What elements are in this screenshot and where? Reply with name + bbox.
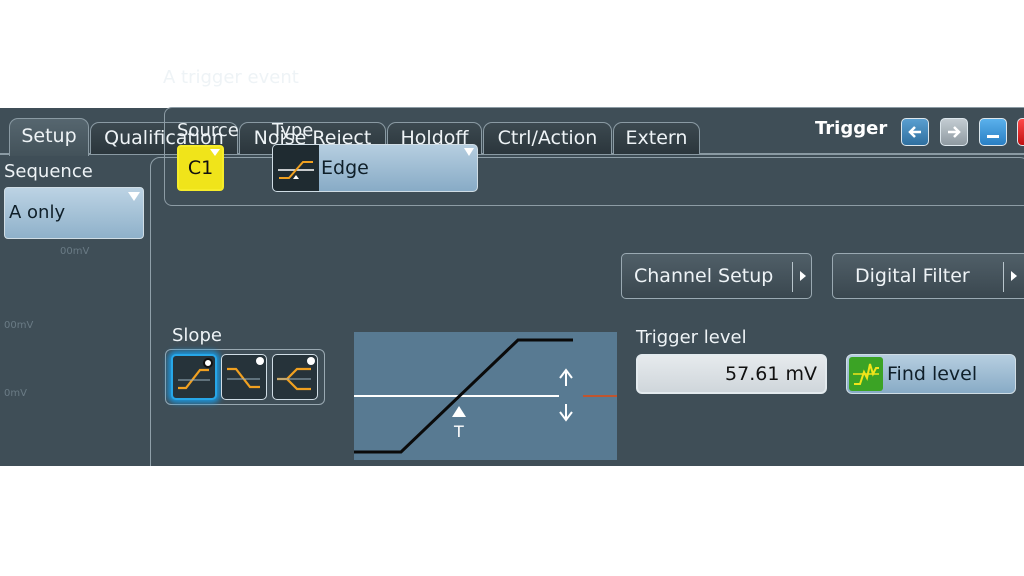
trigger-level-diagram: T — [354, 332, 617, 460]
level-marker-line — [583, 395, 617, 397]
dropdown-arrow-icon — [464, 148, 474, 156]
source-value: C1 — [187, 157, 214, 179]
channel-setup-button[interactable]: Channel Setup — [621, 253, 812, 299]
slope-either-button[interactable] — [272, 354, 318, 400]
sequence-value: A only — [9, 202, 66, 223]
dropdown-arrow-icon — [128, 192, 140, 201]
find-level-button[interactable]: Find level — [846, 354, 1016, 394]
slope-falling-button[interactable] — [221, 354, 267, 400]
trigger-level-label: Trigger level — [636, 327, 747, 348]
find-level-label: Find level — [887, 363, 978, 385]
digital-filter-button[interactable]: Digital Filter — [832, 253, 1024, 299]
slope-label: Slope — [172, 325, 222, 346]
sequence-select[interactable]: A only — [4, 187, 144, 239]
find-level-icon — [849, 357, 883, 391]
button-separator — [792, 262, 793, 292]
channel-setup-label: Channel Setup — [634, 265, 774, 287]
button-separator — [1003, 262, 1004, 292]
trigger-level-input[interactable]: 57.61 mV — [636, 354, 827, 394]
trigger-level-value: 57.61 mV — [725, 363, 817, 385]
option-indicator — [256, 357, 264, 365]
submenu-arrow-icon — [800, 271, 806, 281]
event-label: A trigger event — [163, 67, 299, 88]
submenu-arrow-icon — [1011, 271, 1017, 281]
digital-filter-label: Digital Filter — [855, 265, 970, 287]
slope-rising-button[interactable] — [171, 354, 217, 400]
source-label: Source — [177, 120, 239, 141]
type-select[interactable]: Edge — [272, 144, 478, 192]
dropdown-arrow-icon — [210, 149, 220, 156]
tab-setup[interactable]: Setup — [9, 118, 89, 156]
source-select[interactable]: C1 — [177, 145, 224, 191]
tab-label: Setup — [21, 125, 77, 147]
edge-type-icon — [273, 145, 319, 191]
sequence-label: Sequence — [4, 161, 93, 182]
type-value: Edge — [321, 157, 369, 179]
type-label: Type — [272, 120, 314, 141]
trigger-marker-label: T — [454, 422, 464, 441]
selected-indicator — [203, 358, 213, 368]
option-indicator — [307, 357, 315, 365]
